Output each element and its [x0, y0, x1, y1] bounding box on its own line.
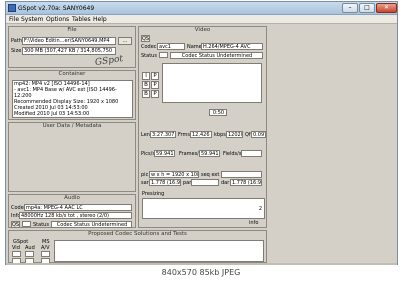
status-bar	[6, 263, 397, 265]
menu-options[interactable]: Options	[46, 16, 69, 23]
app-icon	[8, 4, 16, 12]
container-line: - avc1: MP4 Base w/ AVC ext [ISO 14496-1…	[14, 87, 117, 99]
audio-status-label: Status	[33, 222, 49, 228]
size-label: Size	[11, 48, 22, 54]
container-line: Modified 2010 Jul 03 14:53:00	[14, 111, 90, 117]
audio-codec-field: mp4a: MPEG-4 AAC LC	[24, 204, 132, 211]
container-panel: Container mp42: MP4 v2 [ISO 14496-14] - …	[8, 70, 136, 120]
window-title: GSpot v2.70a: SANY0649	[18, 5, 95, 12]
minimize-button[interactable]: –	[342, 3, 358, 13]
container-info: mp42: MP4 v2 [ISO 14496-14] - avc1: MP4 …	[12, 80, 133, 118]
close-button[interactable]: ✕	[376, 3, 397, 13]
qf-field: 0.097	[251, 131, 266, 138]
audio-qs-button[interactable]: QS	[11, 221, 20, 228]
browse-button[interactable]: ...	[118, 37, 132, 45]
frame-preview-area	[162, 63, 262, 103]
sar-label: sar	[141, 180, 149, 186]
frms-label: Frms	[178, 132, 190, 138]
video-codec-field: avc1	[157, 43, 185, 50]
frame-type-b: B	[142, 81, 150, 89]
pics-label: Pics/s	[141, 151, 155, 157]
vid-test-button[interactable]	[12, 251, 21, 257]
path-label: Path	[11, 38, 22, 44]
client-area: File Path F:\Video Editin...er\SANY0649.…	[6, 24, 397, 265]
menu-system[interactable]: System	[21, 16, 43, 23]
aud-test-button[interactable]	[25, 251, 34, 257]
qf-label: Qf	[245, 132, 251, 138]
path-field[interactable]: F:\Video Editin...er\SANY0649.MP4	[22, 37, 116, 45]
presizing-area: 2	[142, 198, 265, 219]
pic-field: w x h = 1920 x 1080	[149, 171, 199, 178]
seq-ext-label: seq ext	[201, 172, 220, 178]
userdata-panel-header: User Data / Metadata	[42, 123, 102, 129]
frame-type-i: I	[142, 72, 150, 80]
audio-status-field: Codec Status Undetermined	[51, 221, 132, 228]
title-bar[interactable]: GSpot v2.70a: SANY0649 – □ ✕	[6, 2, 397, 15]
fields-label: Fields/s	[223, 151, 242, 157]
gspot-window: GSpot v2.70a: SANY0649 – □ ✕ File System…	[5, 1, 398, 265]
size-field: 300 MB (307,427 KB / 314,805,750	[22, 47, 116, 55]
menu-tables[interactable]: Tables	[72, 16, 91, 23]
par-field	[191, 179, 219, 186]
video-name-label: Name	[187, 44, 202, 50]
frames-field: 59.941	[199, 150, 220, 157]
video-qs-checkbox[interactable]	[159, 52, 168, 58]
video-info-label: info	[249, 220, 259, 226]
video-name-field: H.264/MPEG-4 AVC	[201, 43, 263, 50]
video-qs-button[interactable]: QS	[141, 35, 150, 42]
dar-label: dar	[221, 180, 230, 186]
file-panel: File Path F:\Video Editin...er\SANY0649.…	[8, 26, 136, 68]
video-codec-label: Codec	[141, 44, 157, 50]
presizing-count: 2	[258, 206, 262, 212]
video-status-label: Status	[141, 53, 157, 59]
sar-field: 1.778 (16:9)	[149, 179, 181, 186]
frame-type-b2: B	[142, 90, 150, 98]
audio-panel-header: Audio	[64, 195, 80, 201]
dar-field: 1.778 (16:9)	[230, 179, 262, 186]
len-field: 3:27.307	[150, 131, 176, 138]
video-status-field: Codec Status Undetermined	[170, 52, 263, 59]
menu-file[interactable]: File	[9, 16, 19, 23]
presizing-label: Presizing	[142, 191, 165, 197]
kbps-label: kbps	[214, 132, 226, 138]
userdata-panel: User Data / Metadata	[8, 122, 136, 192]
audio-panel: Audio Codec mp4a: MPEG-4 AAC LC Info 480…	[8, 194, 136, 228]
gspot-logo: GSpot	[94, 54, 124, 68]
frame-type-p2: P	[151, 81, 159, 89]
fields-field	[241, 150, 262, 157]
video-panel-header: Video	[194, 27, 211, 33]
frms-field: 12,426	[190, 131, 212, 138]
len-label: Len	[141, 132, 150, 138]
kbps-field: 12020	[226, 131, 243, 138]
pics-field: 59.941	[154, 150, 175, 157]
menu-help[interactable]: Help	[93, 16, 107, 23]
video-panel: Video QS Codec avc1 Name H.264/MPEG-4 AV…	[138, 26, 267, 228]
frame-type-p: P	[151, 72, 159, 80]
menu-bar: File System Options Tables Help	[6, 15, 397, 24]
maximize-button[interactable]: □	[359, 3, 375, 13]
pic-label: pic	[141, 172, 149, 178]
audio-info-field: 48000Hz 128 kb/s tot , stereo (2/0)	[19, 212, 132, 219]
frame-time-field: 0:50	[209, 109, 227, 116]
audio-qs-checkbox[interactable]	[22, 221, 31, 227]
av-test-button[interactable]	[41, 251, 50, 257]
image-caption: 840x570 85kb JPEG	[161, 268, 241, 277]
proposed-solutions-area	[54, 240, 264, 262]
frame-type-p3: P	[151, 90, 159, 98]
container-panel-header: Container	[58, 71, 86, 77]
proposed-panel: Proposed Codec Solutions and Tests GSpot…	[8, 230, 267, 264]
proposed-panel-header: Proposed Codec Solutions and Tests	[88, 231, 187, 237]
file-panel-header: File	[67, 27, 77, 33]
seq-ext-field	[221, 171, 262, 178]
